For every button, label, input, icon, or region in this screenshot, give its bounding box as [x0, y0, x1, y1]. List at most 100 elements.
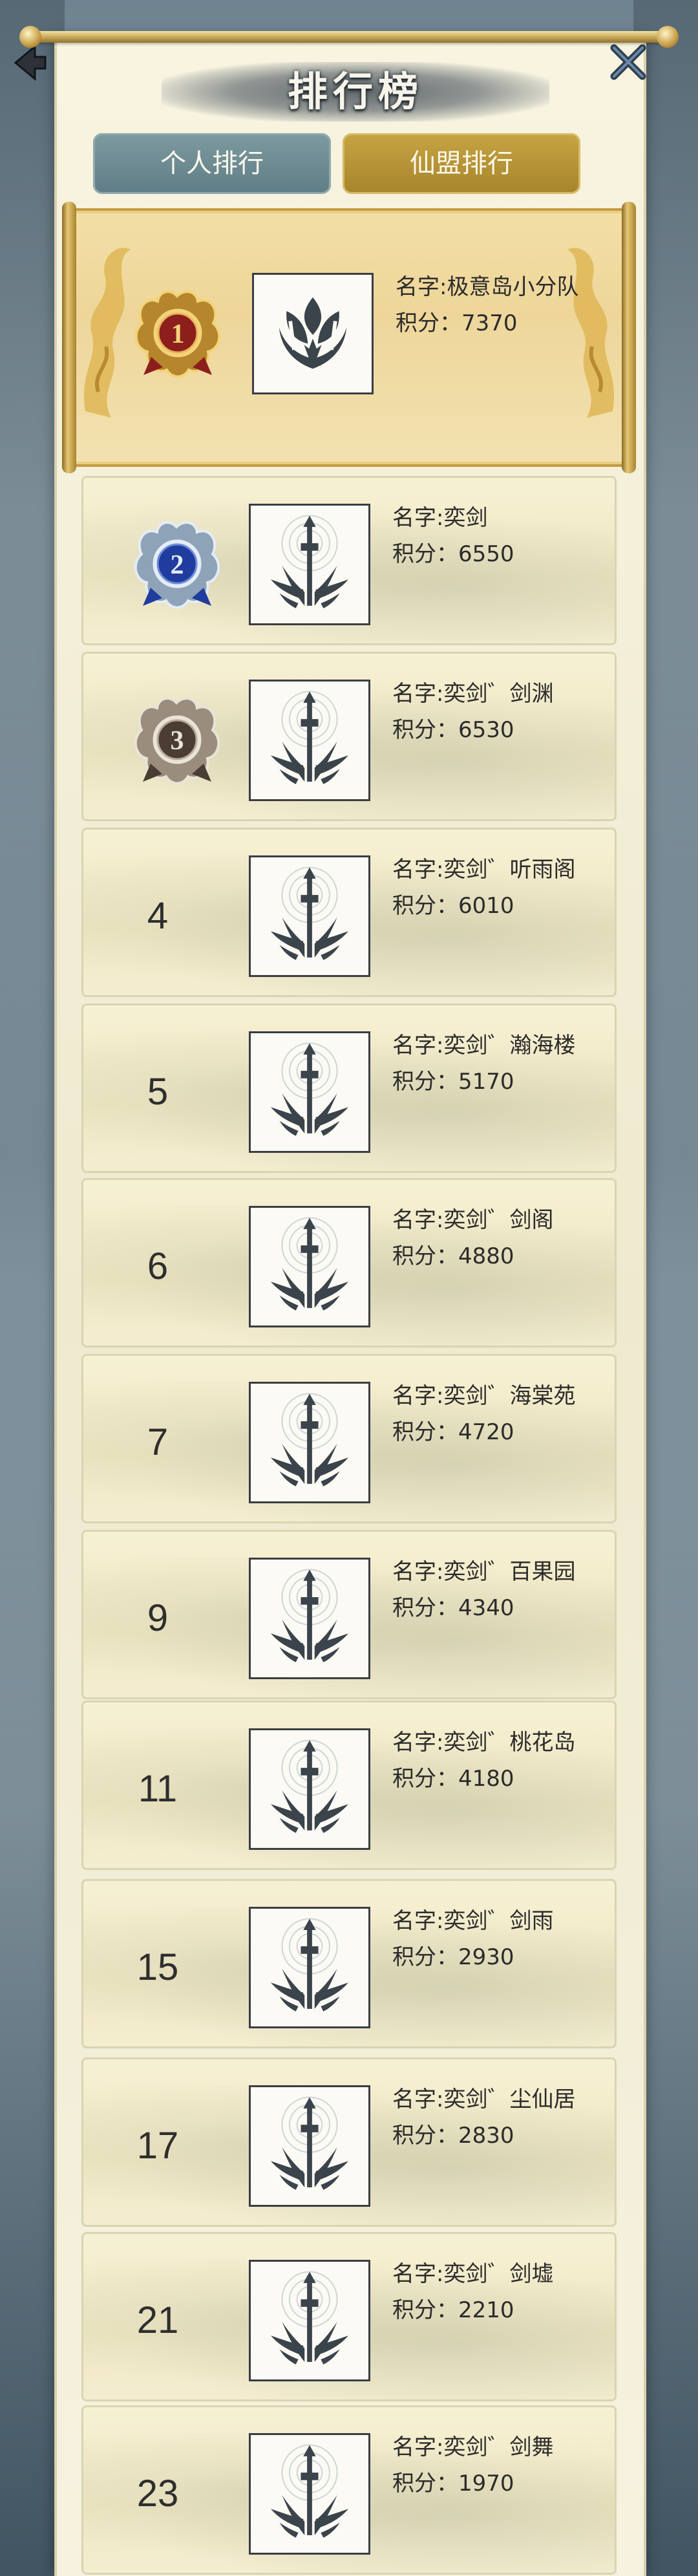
- score-value: 6550: [458, 541, 514, 567]
- sword-crest-icon: [249, 1206, 370, 1327]
- score-value: 4180: [458, 1766, 514, 1792]
- name-value: 奕剑゛瀚海楼: [443, 1033, 576, 1058]
- ranking-row[interactable]: 21 名字:奕剑゛剑墟 积分：2210: [81, 2232, 617, 2401]
- name-prefix: 名字:: [392, 1383, 444, 1409]
- alliance-score: 积分：4180: [392, 1761, 514, 1792]
- name-value: 奕剑゛尘仙居: [443, 2087, 576, 2112]
- gold-cloud-ornament-right: [567, 248, 615, 418]
- name-prefix: 名字:: [392, 681, 444, 707]
- name-prefix: 名字:: [392, 1908, 444, 1934]
- score-prefix: 积分：: [392, 1766, 458, 1792]
- rod-cap-right: [657, 26, 679, 48]
- sword-crest-icon: [249, 1558, 370, 1679]
- alliance-name: 名字:奕剑: [392, 500, 487, 531]
- alliance-score: 积分：7370: [396, 305, 518, 337]
- name-value: 奕剑゛听雨阁: [443, 857, 576, 883]
- name-value: 奕剑゛剑墟: [443, 2261, 554, 2287]
- rod-cap-left: [19, 26, 41, 48]
- alliance-score: 积分：2830: [392, 2118, 514, 2149]
- ranking-row[interactable]: 23 名字:奕剑゛剑舞 积分：1970: [81, 2405, 617, 2575]
- name-prefix: 名字:: [392, 505, 444, 531]
- tab-alliance-ranking[interactable]: 仙盟排行: [343, 133, 580, 194]
- score-value: 4880: [458, 1243, 514, 1269]
- score-value: 1970: [458, 2471, 514, 2496]
- ranking-row[interactable]: 1 名字:极意岛小分队 积分：7370: [67, 208, 631, 467]
- ranking-row[interactable]: 9 名字:奕剑゛百果园 积分：4340: [81, 1530, 617, 1699]
- rank-number: 7: [147, 1421, 169, 1463]
- score-prefix: 积分：: [392, 1419, 458, 1445]
- sword-crest-icon: [249, 1728, 370, 1850]
- alliance-name: 名字:奕剑゛听雨阁: [392, 852, 575, 883]
- rank-number: 6: [147, 1245, 169, 1287]
- alliance-name: 名字:奕剑゛剑舞: [392, 2429, 553, 2461]
- tab-personal-ranking[interactable]: 个人排行: [93, 133, 331, 194]
- ranking-row[interactable]: 11 名字:奕剑゛桃花岛 积分：4180: [81, 1701, 617, 1870]
- alliance-name: 名字:奕剑゛百果园: [392, 1554, 575, 1585]
- alliance-score: 积分：6010: [392, 888, 514, 919]
- score-value: 2210: [458, 2297, 514, 2323]
- score-prefix: 积分：: [392, 2123, 458, 2149]
- close-icon[interactable]: [605, 39, 651, 85]
- name-value: 奕剑: [443, 505, 488, 531]
- ranking-row[interactable]: 4 名字:奕剑゛听雨阁 积分：6010: [81, 828, 617, 997]
- score-prefix: 积分：: [392, 717, 458, 743]
- score-prefix: 积分：: [392, 541, 458, 567]
- page-title: 排行榜: [287, 68, 423, 115]
- sword-crest-icon: [249, 1031, 370, 1153]
- score-prefix: 积分：: [392, 1944, 458, 1970]
- scroll-rod: [26, 31, 672, 43]
- score-value: 7370: [461, 310, 518, 336]
- svg-text:3: 3: [171, 726, 184, 756]
- alliance-name: 名字:极意岛小分队: [396, 269, 578, 301]
- rank-number: 21: [136, 2299, 179, 2341]
- rank-number: 15: [136, 1946, 179, 1988]
- alliance-score: 积分：4720: [392, 1414, 514, 1446]
- alliance-score: 积分：4340: [392, 1590, 514, 1622]
- name-prefix: 名字:: [392, 2261, 444, 2287]
- rank-medal-icon: 3: [129, 691, 226, 788]
- alliance-name: 名字:奕剑゛瀚海楼: [392, 1027, 575, 1059]
- alliance-name: 名字:奕剑゛尘仙居: [392, 2081, 575, 2113]
- name-value: 奕剑゛剑舞: [443, 2434, 554, 2460]
- ranking-row[interactable]: 15 名字:奕剑゛剑雨积分：2930: [81, 1879, 617, 2048]
- alliance-name: 名字:奕剑゛剑雨: [392, 1903, 553, 1935]
- alliance-score: 积分：2210: [392, 2292, 514, 2324]
- rank-number: 4: [147, 895, 169, 937]
- sword-crest-icon: [249, 855, 370, 977]
- score-prefix: 积分：: [392, 1243, 458, 1269]
- alliance-name: 名字:奕剑゛桃花岛: [392, 1724, 575, 1756]
- alliance-name: 名字:奕剑゛剑渊: [392, 676, 553, 707]
- ranking-row[interactable]: 17 名字:奕剑゛尘仙居 积分：2830: [81, 2057, 617, 2227]
- score-value: 4340: [458, 1595, 514, 1621]
- rank-number: 11: [138, 1768, 178, 1810]
- score-value: 2930: [458, 1944, 514, 1970]
- ranking-row[interactable]: 2 名字:奕剑积分：6550: [81, 476, 617, 645]
- sword-crest-icon: [249, 2260, 370, 2381]
- ranking-row[interactable]: 5 名字:奕剑゛瀚海楼 积分：5170: [81, 1004, 617, 1173]
- alliance-score: 积分：6530: [392, 712, 514, 744]
- scroll-roller-left: [62, 202, 76, 473]
- name-prefix: 名字:: [396, 274, 447, 300]
- ranking-row[interactable]: 7 名字:奕剑゛海棠苑积分：4720: [81, 1354, 617, 1523]
- name-value: 奕剑゛海棠苑: [443, 1383, 576, 1409]
- score-value: 6010: [458, 893, 514, 919]
- score-value: 5170: [458, 1069, 514, 1095]
- score-prefix: 积分：: [396, 310, 461, 336]
- sword-crest-icon: [249, 1907, 370, 2028]
- alliance-score: 积分：6550: [392, 536, 514, 568]
- sword-crest-icon: [249, 504, 370, 625]
- ranking-row[interactable]: 6 名字:奕剑゛剑阁 积分：4880: [81, 1178, 617, 1347]
- score-value: 6530: [458, 717, 514, 743]
- score-value: 2830: [458, 2123, 514, 2149]
- name-value: 奕剑゛剑渊: [443, 681, 554, 707]
- name-prefix: 名字:: [392, 1730, 444, 1755]
- name-prefix: 名字:: [392, 1559, 444, 1585]
- svg-text:1: 1: [171, 319, 185, 349]
- alliance-name: 名字:奕剑゛剑墟: [392, 2256, 553, 2288]
- ranking-row[interactable]: 3 名字:奕剑゛剑渊 积分：6530: [81, 652, 617, 821]
- score-prefix: 积分：: [392, 1069, 458, 1095]
- name-prefix: 名字:: [392, 857, 444, 883]
- lotus-crest-icon: [252, 273, 374, 394]
- score-prefix: 积分：: [392, 893, 458, 919]
- rank-medal-icon: 2: [129, 515, 226, 612]
